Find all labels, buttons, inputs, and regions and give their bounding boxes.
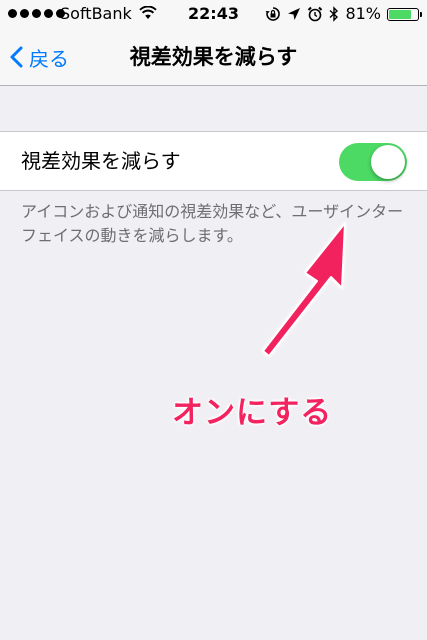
alarm-icon (308, 6, 323, 22)
battery-fill (389, 9, 411, 19)
rotation-lock-icon (265, 7, 281, 21)
reduce-motion-description: アイコンおよび通知の視差効果など、ユーザインターフェイスの動きを減らします。 (21, 202, 404, 245)
status-bar: SoftBank 22:43 81% (0, 0, 427, 28)
bluetooth-icon (329, 6, 339, 22)
annotation-turn-on: オンにする (172, 395, 333, 431)
battery-icon (387, 7, 422, 21)
navigation-bar: 戻る 視差効果を減らす (0, 28, 427, 86)
toggle-knob (371, 145, 405, 179)
reduce-motion-row: 視差効果を減らす (0, 131, 427, 191)
reduce-motion-label: 視差効果を減らす (21, 149, 181, 173)
arrow-annotation-icon (262, 222, 346, 357)
battery-percent: 81% (345, 4, 381, 23)
location-icon (288, 8, 301, 20)
page-title: 視差効果を減らす (129, 45, 298, 69)
reduce-motion-toggle[interactable] (339, 143, 407, 181)
